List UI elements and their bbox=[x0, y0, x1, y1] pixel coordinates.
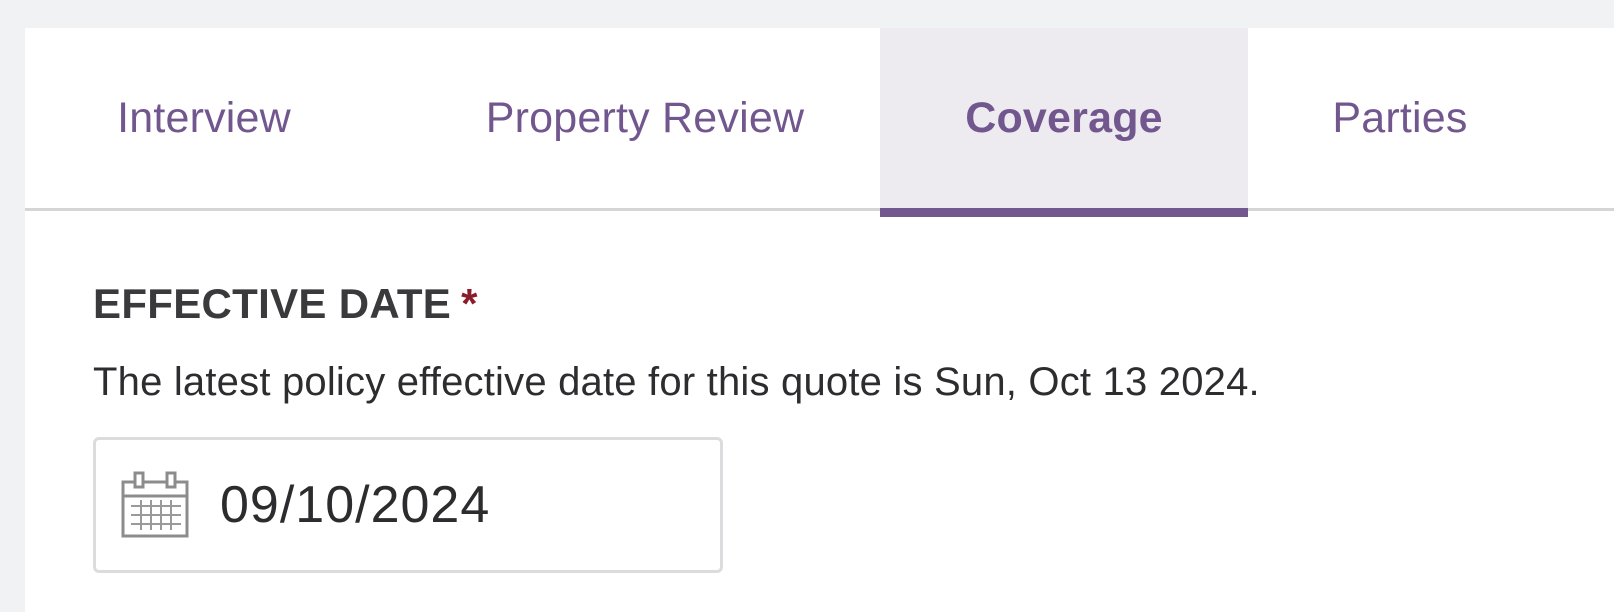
tab-interview[interactable]: Interview bbox=[55, 28, 353, 208]
tab-property-review[interactable]: Property Review bbox=[435, 28, 855, 208]
effective-date-input[interactable]: 09/10/2024 bbox=[93, 437, 723, 573]
effective-date-help-text: The latest policy effective date for thi… bbox=[93, 360, 1260, 404]
tab-bar: Interview Property Review Coverage Parti… bbox=[25, 28, 1614, 211]
calendar-icon[interactable] bbox=[120, 470, 190, 540]
tab-parties[interactable]: Parties bbox=[1260, 28, 1540, 208]
tab-coverage[interactable]: Coverage bbox=[880, 28, 1248, 208]
required-marker: * bbox=[461, 280, 478, 327]
main-panel: Interview Property Review Coverage Parti… bbox=[25, 28, 1614, 612]
effective-date-label-text: EFFECTIVE DATE bbox=[93, 280, 452, 327]
effective-date-label: EFFECTIVE DATE * bbox=[93, 280, 478, 328]
active-tab-indicator bbox=[880, 208, 1248, 217]
effective-date-value[interactable]: 09/10/2024 bbox=[220, 475, 490, 535]
